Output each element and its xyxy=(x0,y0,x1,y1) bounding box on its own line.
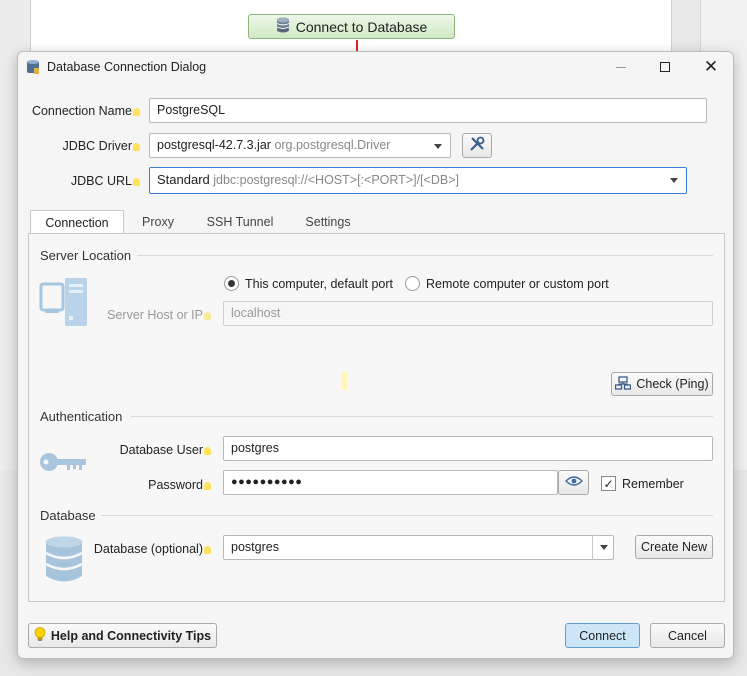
database-icon xyxy=(276,17,290,36)
key-icon xyxy=(39,449,89,478)
lightbulb-icon xyxy=(34,626,46,645)
maximize-icon xyxy=(660,62,670,72)
connection-tab-panel: Server Location This computer, default p… xyxy=(28,233,725,602)
radio-remote-computer-label: Remote computer or custom port xyxy=(426,276,609,291)
chevron-down-icon xyxy=(434,144,442,149)
hint-icon xyxy=(133,143,140,151)
show-password-button[interactable] xyxy=(558,470,589,495)
connect-button[interactable]: Connect xyxy=(565,623,640,648)
chevron-down-icon xyxy=(670,178,678,183)
connection-name-label: Connection Name xyxy=(26,104,140,118)
password-label: Password xyxy=(89,478,211,492)
database-name-combo[interactable]: postgres xyxy=(223,535,614,560)
hint-icon xyxy=(204,447,211,455)
check-ping-button[interactable]: Check (Ping) xyxy=(611,372,713,396)
connection-name-input[interactable]: PostgreSQL xyxy=(149,98,707,123)
jdbc-url-template: jdbc:postgresql://<HOST>[:<PORT>]/[<DB>] xyxy=(213,173,459,187)
minimize-button[interactable] xyxy=(598,52,644,82)
authentication-title: Authentication xyxy=(40,409,123,424)
checkmark-icon: ✓ xyxy=(601,476,616,491)
server-host-label: Server Host or IP xyxy=(89,308,211,322)
maximize-button[interactable] xyxy=(642,52,688,82)
jdbc-url-select[interactable]: Standard jdbc:postgresql://<HOST>[:<PORT… xyxy=(149,167,687,194)
driver-settings-button[interactable] xyxy=(462,133,492,158)
help-tips-label: Help and Connectivity Tips xyxy=(50,628,212,643)
app-database-icon xyxy=(26,59,40,78)
eye-icon xyxy=(564,475,583,490)
connect-to-database-label: Connect to Database xyxy=(295,18,428,35)
jdbc-url-type: Standard xyxy=(157,172,210,187)
remember-label: Remember xyxy=(622,476,684,491)
help-tips-button[interactable]: Help and Connectivity Tips xyxy=(28,623,217,648)
remember-checkbox[interactable]: ✓ Remember xyxy=(601,476,684,491)
jdbc-driver-jar: postgresql-42.7.3.jar xyxy=(157,138,271,152)
tab-settings[interactable]: Settings xyxy=(296,210,360,234)
jdbc-driver-label: JDBC Driver xyxy=(26,139,140,153)
radio-selected-icon xyxy=(224,276,239,291)
cancel-button[interactable]: Cancel xyxy=(650,623,725,648)
jdbc-driver-select[interactable]: postgresql-42.7.3.jar org.postgresql.Dri… xyxy=(149,133,451,158)
hint-icon xyxy=(342,372,347,390)
radio-unselected-icon xyxy=(405,276,420,291)
database-name-label: Database (optional) xyxy=(89,542,211,556)
tab-connection[interactable]: Connection xyxy=(30,210,124,234)
radio-this-computer[interactable]: This computer, default port xyxy=(224,276,393,291)
minimize-icon xyxy=(616,66,626,68)
network-icon xyxy=(615,375,632,393)
hint-icon xyxy=(133,108,140,116)
separator xyxy=(137,255,713,256)
close-button[interactable]: ✕ xyxy=(688,52,734,82)
dialog-titlebar[interactable]: Database Connection Dialog ✕ xyxy=(18,52,733,82)
hint-icon xyxy=(133,178,140,186)
tab-ssh-tunnel[interactable]: SSH Tunnel xyxy=(200,210,280,234)
jdbc-url-label: JDBC URL xyxy=(26,174,140,188)
dialog-title: Database Connection Dialog xyxy=(47,60,207,74)
hint-icon xyxy=(204,482,211,490)
database-user-label: Database User xyxy=(89,443,211,457)
database-title: Database xyxy=(40,508,96,523)
database-name-value: postgres xyxy=(231,540,279,554)
check-ping-label: Check (Ping) xyxy=(636,377,709,391)
hint-icon xyxy=(204,546,211,554)
chevron-down-icon xyxy=(600,545,608,550)
tab-proxy[interactable]: Proxy xyxy=(131,210,185,234)
separator xyxy=(131,416,713,417)
hint-icon xyxy=(204,312,211,320)
radio-this-computer-label: This computer, default port xyxy=(245,276,393,291)
tools-icon xyxy=(469,136,485,155)
server-host-input[interactable]: localhost xyxy=(223,301,713,326)
database-stack-icon xyxy=(45,536,83,585)
database-user-input[interactable]: postgres xyxy=(223,436,713,461)
radio-remote-computer[interactable]: Remote computer or custom port xyxy=(405,276,609,291)
separator xyxy=(101,515,713,516)
server-computer-icon xyxy=(39,278,91,331)
jdbc-driver-class: org.postgresql.Driver xyxy=(274,138,391,152)
password-input[interactable]: ●●●●●●●●●● xyxy=(223,470,558,495)
server-location-title: Server Location xyxy=(40,248,132,263)
create-new-database-button[interactable]: Create New xyxy=(635,535,713,559)
database-connection-dialog: Database Connection Dialog ✕ Connection … xyxy=(17,51,734,659)
connect-to-database-button[interactable]: Connect to Database xyxy=(248,14,455,39)
close-icon: ✕ xyxy=(703,57,719,76)
database-dropdown-button[interactable] xyxy=(592,535,614,560)
